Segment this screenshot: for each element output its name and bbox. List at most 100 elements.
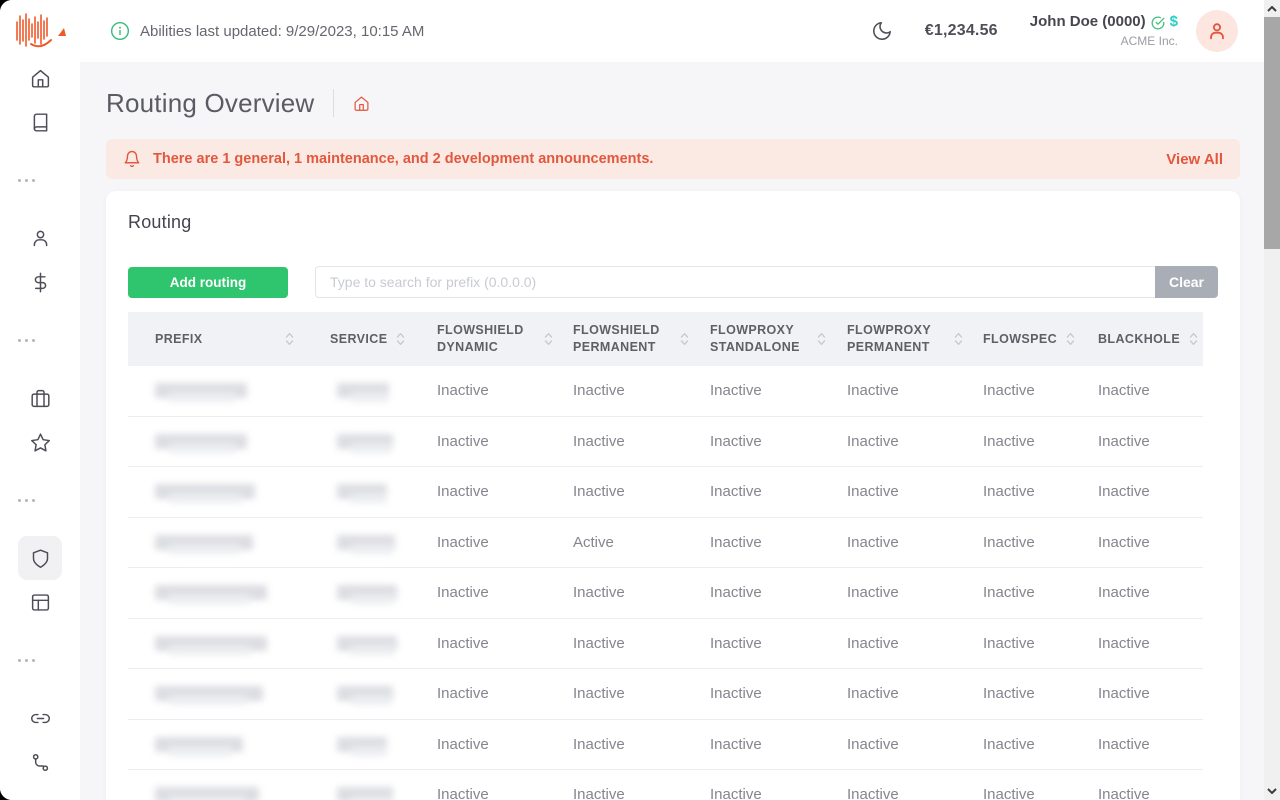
prefix-search-input[interactable]	[315, 266, 1155, 298]
prefix-cell	[128, 787, 330, 800]
table-row[interactable]: InactiveActiveInactiveInactiveInactiveIn…	[128, 518, 1203, 569]
service-cell	[330, 636, 437, 651]
header-cell-flowproxy-standalone[interactable]: FLOWPROXY STANDALONE	[710, 322, 847, 356]
status-cell: Inactive	[710, 635, 847, 652]
redacted-service-value	[337, 636, 397, 651]
user-name: John Doe (0000)	[1030, 13, 1146, 32]
header-cell-service[interactable]: SERVICE	[330, 331, 437, 348]
dark-mode-toggle-moon-icon[interactable]	[871, 20, 893, 42]
header-cell-flowshield-permanent[interactable]: FLOWSHIELD PERMANENT	[573, 322, 710, 356]
table-row[interactable]: InactiveInactiveInactiveInactiveInactive…	[128, 770, 1203, 800]
status-cell: Inactive	[573, 635, 710, 652]
book-icon	[30, 112, 51, 133]
table-body: InactiveInactiveInactiveInactiveInactive…	[128, 366, 1203, 800]
redacted-prefix-value	[155, 787, 259, 800]
status-cell: Inactive	[1098, 635, 1203, 652]
sidebar-item-link[interactable]	[18, 696, 62, 740]
status-cell: Inactive	[983, 433, 1098, 450]
status-cell: Inactive	[437, 685, 573, 702]
status-cell: Inactive	[710, 685, 847, 702]
prefix-cell	[128, 434, 330, 449]
status-cell: Inactive	[983, 685, 1098, 702]
scroll-down-button[interactable]	[1264, 784, 1280, 798]
sidebar-item-briefcase[interactable]	[18, 376, 62, 420]
status-cell: Inactive	[983, 635, 1098, 652]
table-row[interactable]: InactiveInactiveInactiveInactiveInactive…	[128, 619, 1203, 670]
scrollbar-thumb[interactable]	[1264, 17, 1280, 249]
app-logo[interactable]	[0, 0, 80, 56]
status-cell: Inactive	[1098, 382, 1203, 399]
table-row[interactable]: InactiveInactiveInactiveInactiveInactive…	[128, 366, 1203, 417]
status-cell: Inactive	[437, 483, 573, 500]
status-cell: Inactive	[437, 584, 573, 601]
redacted-service-value	[337, 686, 393, 701]
sort-icon	[544, 331, 553, 347]
sort-icon	[680, 331, 689, 347]
person-icon	[1206, 20, 1228, 42]
header-label: FLOWPROXY PERMANENT	[847, 322, 945, 356]
brand-waveform-icon	[11, 10, 69, 56]
status-cell: Inactive	[1098, 685, 1203, 702]
header-label: FLOWPROXY STANDALONE	[710, 322, 808, 356]
user-icon	[30, 228, 51, 249]
user-avatar[interactable]	[1196, 10, 1238, 52]
header-cell-prefix[interactable]: PREFIX	[128, 331, 330, 348]
main-content: Routing Overview There are 1 general, 1 …	[80, 62, 1264, 800]
service-cell	[330, 535, 437, 550]
view-all-button[interactable]: View All	[1166, 151, 1223, 168]
prefix-cell	[128, 585, 330, 600]
prefix-cell	[128, 737, 330, 752]
prefix-search-group: Clear	[315, 266, 1218, 298]
billing-dollar-icon: $	[1170, 13, 1178, 32]
header-cell-flowproxy-permanent[interactable]: FLOWPROXY PERMANENT	[847, 322, 983, 356]
status-cell: Active	[573, 534, 710, 551]
sidebar-item-book[interactable]	[18, 100, 62, 144]
prefix-cell	[128, 383, 330, 398]
sidebar-item-route[interactable]	[18, 740, 62, 784]
clear-search-button[interactable]: Clear	[1155, 266, 1218, 298]
sidebar-item-home[interactable]	[18, 56, 62, 100]
table-row[interactable]: InactiveInactiveInactiveInactiveInactive…	[128, 568, 1203, 619]
sidebar-item-dollar[interactable]	[18, 260, 62, 304]
topbar: Abilities last updated: 9/29/2023, 10:15…	[80, 0, 1264, 62]
breadcrumb-home-icon[interactable]	[353, 95, 370, 112]
redacted-service-value	[337, 737, 387, 752]
home-icon	[30, 68, 51, 89]
table-row[interactable]: InactiveInactiveInactiveInactiveInactive…	[128, 467, 1203, 518]
sidebar-item-user[interactable]	[18, 216, 62, 260]
status-cell: Inactive	[437, 736, 573, 753]
abilities-status-text: Abilities last updated: 9/29/2023, 10:15…	[140, 23, 424, 40]
header-label: SERVICE	[330, 331, 387, 348]
table-row[interactable]: InactiveInactiveInactiveInactiveInactive…	[128, 720, 1203, 771]
sidebar-item-layout[interactable]	[18, 580, 62, 624]
route-icon	[30, 752, 51, 773]
prefix-cell	[128, 636, 330, 651]
sidebar	[0, 0, 80, 800]
header-cell-flowshield-dynamic[interactable]: FLOWSHIELD DYNAMIC	[437, 322, 573, 356]
status-cell: Inactive	[437, 382, 573, 399]
service-cell	[330, 737, 437, 752]
sidebar-item-star[interactable]	[18, 420, 62, 464]
header-cell-blackhole[interactable]: BLACKHOLE	[1098, 331, 1203, 348]
prefix-cell	[128, 535, 330, 550]
status-cell: Inactive	[1098, 736, 1203, 753]
announcement-text: There are 1 general, 1 maintenance, and …	[153, 151, 653, 167]
header-cell-flowspec[interactable]: FLOWSPEC	[983, 331, 1098, 348]
sidebar-item-shield[interactable]	[18, 536, 62, 580]
status-cell: Inactive	[847, 635, 983, 652]
table-row[interactable]: InactiveInactiveInactiveInactiveInactive…	[128, 669, 1203, 720]
redacted-service-value	[337, 383, 389, 398]
bell-icon	[123, 150, 141, 168]
star-icon	[30, 432, 51, 453]
user-block: John Doe (0000) $ ACME Inc.	[1030, 13, 1178, 49]
page-scrollbar[interactable]	[1264, 0, 1280, 800]
sidebar-ellipsis-divider	[18, 318, 62, 362]
table-row[interactable]: InactiveInactiveInactiveInactiveInactive…	[128, 417, 1203, 468]
scroll-up-button[interactable]	[1264, 2, 1280, 16]
announcement-banner: There are 1 general, 1 maintenance, and …	[106, 139, 1240, 179]
add-routing-button[interactable]: Add routing	[128, 267, 288, 298]
status-cell: Inactive	[573, 483, 710, 500]
status-cell: Inactive	[1098, 483, 1203, 500]
redacted-prefix-value	[155, 383, 247, 398]
status-cell: Inactive	[710, 433, 847, 450]
